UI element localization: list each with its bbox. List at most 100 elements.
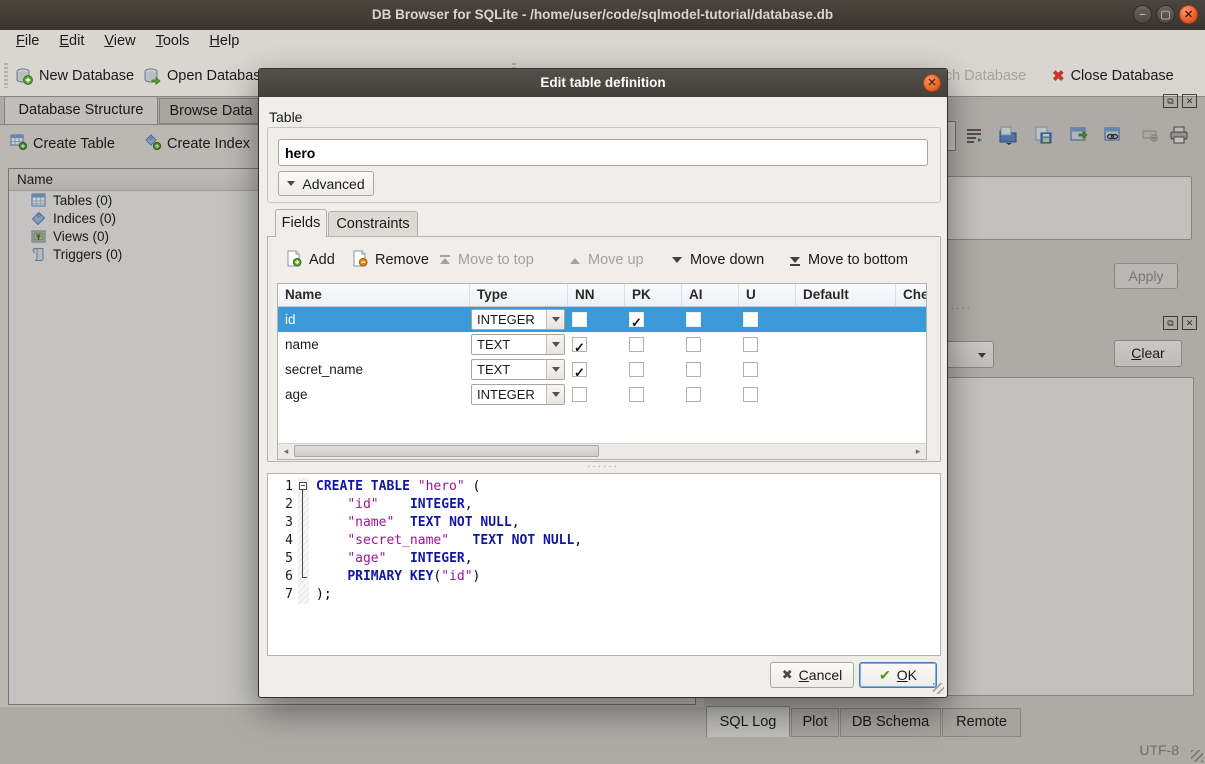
window-controls: − ▢ ✕ bbox=[1133, 5, 1198, 24]
ai-cell bbox=[682, 307, 739, 332]
menu-help[interactable]: Help bbox=[199, 30, 249, 52]
u-checkbox[interactable] bbox=[743, 312, 758, 327]
sql-line: 5 "age" INTEGER, bbox=[268, 550, 940, 568]
type-combobox[interactable]: TEXT bbox=[471, 359, 565, 380]
nn-cell bbox=[568, 357, 625, 382]
column-header-pk: PK bbox=[625, 284, 682, 306]
table-name-input[interactable] bbox=[278, 139, 928, 166]
pk-checkbox[interactable] bbox=[629, 312, 644, 327]
check-cell[interactable] bbox=[896, 357, 927, 382]
field-name-cell[interactable]: id bbox=[278, 307, 470, 332]
sql-preview: 1CREATE TABLE "hero" (2 "id" INTEGER,3 "… bbox=[267, 473, 941, 656]
nn-checkbox[interactable] bbox=[572, 312, 587, 327]
app-window: DB Browser for SQLite - /home/user/code/… bbox=[0, 0, 1205, 764]
scroll-right-icon[interactable]: ▸ bbox=[910, 444, 926, 459]
ok-button[interactable]: ✔ OK bbox=[859, 662, 937, 688]
pk-checkbox[interactable] bbox=[629, 362, 644, 377]
ok-label: OK bbox=[897, 667, 917, 683]
ai-cell bbox=[682, 332, 739, 357]
nn-checkbox[interactable] bbox=[572, 337, 587, 352]
nn-checkbox[interactable] bbox=[572, 387, 587, 402]
move-up-button[interactable]: Move up bbox=[569, 247, 644, 273]
advanced-button[interactable]: Advanced bbox=[278, 171, 374, 196]
field-row-secret_name[interactable]: secret_nameTEXT bbox=[278, 357, 926, 382]
type-combobox[interactable]: INTEGER bbox=[471, 309, 565, 330]
default-cell[interactable] bbox=[796, 357, 896, 382]
check-cell[interactable] bbox=[896, 307, 927, 332]
field-name-cell[interactable]: age bbox=[278, 382, 470, 407]
horizontal-scrollbar[interactable]: ◂ ▸ bbox=[278, 443, 926, 459]
open-database-button[interactable]: Open Database bbox=[143, 62, 269, 89]
ai-checkbox[interactable] bbox=[686, 387, 701, 402]
ai-checkbox[interactable] bbox=[686, 312, 701, 327]
new-database-button[interactable]: New Database bbox=[15, 62, 134, 89]
default-cell[interactable] bbox=[796, 382, 896, 407]
u-cell bbox=[739, 357, 796, 382]
action-label: Move down bbox=[690, 252, 764, 268]
remove-button[interactable]: Remove bbox=[351, 247, 429, 273]
menu-file[interactable]: File bbox=[6, 30, 49, 52]
db-close-icon: ✖ bbox=[1052, 67, 1065, 85]
move-up-icon bbox=[569, 254, 581, 266]
u-checkbox[interactable] bbox=[743, 362, 758, 377]
move-to-top-button[interactable]: Move to top bbox=[439, 247, 534, 273]
field-row-id[interactable]: idINTEGER bbox=[278, 307, 926, 332]
pk-checkbox[interactable] bbox=[629, 387, 644, 402]
field-name-cell[interactable]: secret_name bbox=[278, 357, 470, 382]
field-type-cell: TEXT bbox=[470, 332, 568, 357]
menu-view[interactable]: View bbox=[94, 30, 145, 52]
nn-cell bbox=[568, 332, 625, 357]
line-number: 3 bbox=[268, 514, 298, 532]
menubar: FileEditViewToolsHelp bbox=[0, 30, 1205, 55]
tab-fields[interactable]: Fields bbox=[275, 209, 327, 237]
move-down-button[interactable]: Move down bbox=[671, 247, 764, 273]
pk-checkbox[interactable] bbox=[629, 337, 644, 352]
fold-margin bbox=[298, 496, 309, 514]
u-cell bbox=[739, 382, 796, 407]
u-checkbox[interactable] bbox=[743, 387, 758, 402]
open-database-label: Open Database bbox=[167, 68, 269, 84]
close-database-button[interactable]: ✖ Close Database bbox=[1052, 62, 1174, 89]
sql-code: CREATE TABLE "hero" ( bbox=[309, 478, 480, 496]
dialog-close-icon[interactable]: ✕ bbox=[923, 74, 941, 92]
scrollbar-thumb[interactable] bbox=[294, 445, 599, 457]
chevron-down-icon bbox=[546, 335, 564, 354]
scroll-left-icon[interactable]: ◂ bbox=[278, 444, 294, 459]
menu-tools[interactable]: Tools bbox=[146, 30, 200, 52]
sql-code: "secret_name" TEXT NOT NULL, bbox=[309, 532, 582, 550]
fold-marker-icon[interactable] bbox=[298, 478, 309, 496]
default-cell[interactable] bbox=[796, 307, 896, 332]
close-icon[interactable]: ✕ bbox=[1179, 5, 1198, 24]
pk-cell bbox=[625, 382, 682, 407]
default-cell[interactable] bbox=[796, 332, 896, 357]
field-type-cell: TEXT bbox=[470, 357, 568, 382]
minimize-icon[interactable]: − bbox=[1133, 5, 1152, 24]
toolbar-grip[interactable] bbox=[4, 63, 8, 88]
field-row-name[interactable]: nameTEXT bbox=[278, 332, 926, 357]
pk-cell bbox=[625, 307, 682, 332]
check-cell[interactable] bbox=[896, 382, 927, 407]
u-checkbox[interactable] bbox=[743, 337, 758, 352]
dialog-splitter[interactable]: ······ bbox=[259, 464, 947, 471]
add-button[interactable]: Add bbox=[285, 247, 335, 273]
column-header-ai: AI bbox=[682, 284, 739, 306]
ai-checkbox[interactable] bbox=[686, 337, 701, 352]
check-cell[interactable] bbox=[896, 332, 927, 357]
dialog-titlebar[interactable]: Edit table definition ✕ bbox=[259, 69, 947, 97]
field-name-cell[interactable]: name bbox=[278, 332, 470, 357]
line-number: 5 bbox=[268, 550, 298, 568]
type-combobox[interactable]: INTEGER bbox=[471, 384, 565, 405]
sql-line: 6 PRIMARY KEY("id") bbox=[268, 568, 940, 586]
move-to-bottom-button[interactable]: Move to bottom bbox=[789, 247, 908, 273]
dialog-resize-grip[interactable] bbox=[933, 683, 944, 694]
field-type-cell: INTEGER bbox=[470, 307, 568, 332]
line-number: 1 bbox=[268, 478, 298, 496]
ai-checkbox[interactable] bbox=[686, 362, 701, 377]
type-combobox[interactable]: TEXT bbox=[471, 334, 565, 355]
menu-edit[interactable]: Edit bbox=[49, 30, 94, 52]
field-row-age[interactable]: ageINTEGER bbox=[278, 382, 926, 407]
tab-constraints[interactable]: Constraints bbox=[328, 211, 418, 237]
cancel-button[interactable]: ✖ Cancel bbox=[770, 662, 854, 688]
nn-checkbox[interactable] bbox=[572, 362, 587, 377]
maximize-icon[interactable]: ▢ bbox=[1156, 5, 1175, 24]
